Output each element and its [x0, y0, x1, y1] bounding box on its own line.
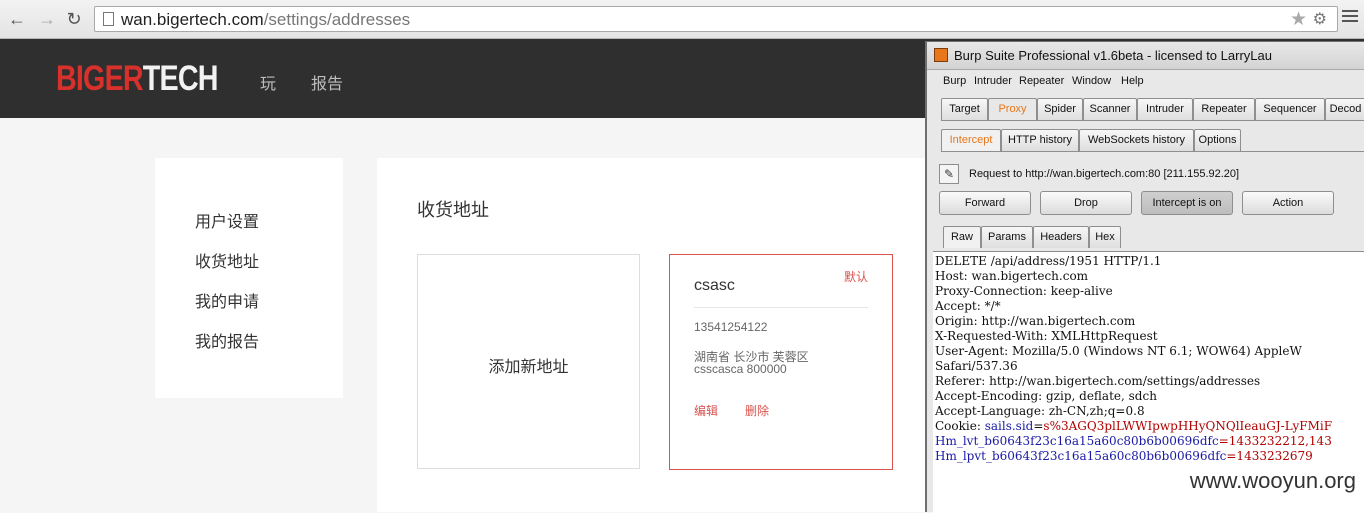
- address-name: csasc: [694, 277, 735, 294]
- tab-scanner[interactable]: Scanner: [1083, 98, 1137, 120]
- reload-icon[interactable]: ↻: [63, 8, 85, 30]
- edit-address-link[interactable]: 编辑: [694, 402, 718, 419]
- tab-spider[interactable]: Spider: [1037, 98, 1083, 120]
- edit-pencil-icon[interactable]: ✎: [939, 164, 959, 184]
- tab-params[interactable]: Params: [981, 226, 1033, 248]
- raw-line: Accept-Language: zh-CN,zh;q=0.8: [935, 404, 1145, 418]
- settings-sidebar: 用户设置 收货地址 我的申请 我的报告: [155, 158, 343, 398]
- subtab-divider: [941, 151, 1364, 152]
- address-bar[interactable]: wan.bigertech.com/settings/addresses ★ ⚙: [94, 6, 1338, 32]
- raw-line: Referer: http://wan.bigertech.com/settin…: [935, 374, 1261, 388]
- address-card: 默认 csasc 13541254122 湖南省 长沙市 芙蓉区 csscasc…: [669, 254, 893, 470]
- raw-line: User-Agent: Mozilla/5.0 (Windows NT 6.1;…: [935, 344, 1302, 358]
- delete-address-link[interactable]: 删除: [745, 402, 769, 419]
- menu-intruder[interactable]: Intruder: [974, 75, 1012, 87]
- tab-intercept[interactable]: Intercept: [941, 129, 1001, 151]
- nav-link-report[interactable]: 报告: [311, 70, 343, 94]
- url-path: /settings/addresses: [263, 10, 411, 29]
- raw-line: X-Requested-With: XMLHttpRequest: [935, 329, 1158, 343]
- cookie-eq: =: [1033, 419, 1044, 433]
- watermark: www.wooyun.org: [1189, 468, 1356, 493]
- tab-target[interactable]: Target: [941, 98, 988, 120]
- burp-title-bar[interactable]: Burp Suite Professional v1.6beta - licen…: [927, 42, 1364, 70]
- cookie-hm-lvt-value: =1433232212,143: [1218, 434, 1332, 448]
- divider: [694, 307, 868, 308]
- menu-help[interactable]: Help: [1121, 75, 1144, 87]
- logo-part-a: BIGER: [56, 59, 144, 98]
- tab-websockets-history[interactable]: WebSockets history: [1079, 129, 1194, 151]
- burp-title-text: Burp Suite Professional v1.6beta - licen…: [954, 48, 1272, 63]
- raw-line: Host: wan.bigertech.com: [935, 269, 1089, 283]
- page-title: 收货地址: [417, 200, 489, 220]
- forward-button[interactable]: Forward: [939, 191, 1031, 215]
- raw-line: Proxy-Connection: keep-alive: [935, 284, 1113, 298]
- nav-link-play[interactable]: 玩: [260, 70, 276, 94]
- tab-headers[interactable]: Headers: [1033, 226, 1089, 248]
- address-line-2: csscasca 800000: [694, 362, 787, 376]
- intercept-toggle-button[interactable]: Intercept is on: [1141, 191, 1233, 215]
- raw-line-cookie: Cookie: sails.sid=s%3AGQ3plLWWIpwpHHyQNQ…: [935, 419, 1332, 433]
- tab-raw[interactable]: Raw: [943, 226, 981, 248]
- tab-http-history[interactable]: HTTP history: [1001, 129, 1079, 151]
- back-arrow-icon[interactable]: ←: [6, 8, 28, 30]
- address-phone: 13541254122: [694, 320, 768, 334]
- raw-line: Safari/537.36: [935, 359, 1018, 373]
- burp-window: Burp Suite Professional v1.6beta - licen…: [925, 41, 1364, 513]
- tab-repeater[interactable]: Repeater: [1193, 98, 1255, 120]
- raw-line-cookie-hm2: Hm_lpvt_b60643f23c16a15a60c80b6b00696dfc…: [935, 449, 1313, 463]
- message-view-tabs: Raw Params Headers Hex: [943, 226, 1131, 248]
- sidebar-item-applications[interactable]: 我的申请: [195, 288, 259, 312]
- burp-app-icon: [934, 48, 948, 62]
- tab-options[interactable]: Options: [1194, 129, 1241, 151]
- page-icon: [103, 12, 114, 26]
- main-tabs: Target Proxy Spider Scanner Intruder Rep…: [941, 98, 1364, 120]
- tab-hex[interactable]: Hex: [1089, 226, 1121, 248]
- raw-line: Origin: http://wan.bigertech.com: [935, 314, 1136, 328]
- proxy-subtabs: Intercept HTTP history WebSockets histor…: [941, 129, 1241, 151]
- add-address-card[interactable]: 添加新地址: [417, 254, 640, 469]
- extension-icon[interactable]: ⚙: [1313, 9, 1327, 29]
- url-text[interactable]: wan.bigertech.com/settings/addresses: [121, 10, 410, 30]
- raw-line: Accept: */*: [935, 299, 1001, 313]
- tab-sequencer[interactable]: Sequencer: [1255, 98, 1325, 120]
- cookie-name: sails.sid: [984, 419, 1034, 433]
- tab-divider: [941, 120, 1364, 121]
- cookie-hm-lvt-name: Hm_lvt_b60643f23c16a15a60c80b6b00696dfc: [935, 434, 1219, 448]
- raw-line: DELETE /api/address/1951 HTTP/1.1: [935, 254, 1162, 268]
- logo-part-b: TECH: [142, 59, 219, 98]
- action-button[interactable]: Action: [1242, 191, 1334, 215]
- default-badge: 默认: [843, 270, 868, 284]
- tab-proxy[interactable]: Proxy: [988, 98, 1037, 120]
- menu-repeater[interactable]: Repeater: [1019, 75, 1064, 87]
- tab-intruder[interactable]: Intruder: [1137, 98, 1193, 120]
- cookie-hm-lpvt-value: =1433232679: [1226, 449, 1313, 463]
- sidebar-item-user-settings[interactable]: 用户设置: [195, 208, 259, 232]
- drop-button[interactable]: Drop: [1040, 191, 1132, 215]
- tab-decoder[interactable]: Decod: [1325, 98, 1364, 120]
- bookmark-star-icon[interactable]: ★: [1290, 8, 1307, 31]
- browser-toolbar: ← → ↻ wan.bigertech.com/settings/address…: [0, 0, 1364, 39]
- raw-line-cookie-hm1: Hm_lvt_b60643f23c16a15a60c80b6b00696dfc=…: [935, 434, 1332, 448]
- browser-menu-icon[interactable]: [1342, 10, 1358, 24]
- cookie-hm-lpvt-name: Hm_lpvt_b60643f23c16a15a60c80b6b00696dfc: [935, 449, 1227, 463]
- menu-window[interactable]: Window: [1072, 75, 1111, 87]
- forward-arrow-icon[interactable]: →: [36, 8, 58, 30]
- request-target: Request to http://wan.bigertech.com:80 […: [969, 168, 1240, 180]
- url-host: wan.bigertech.com: [121, 10, 264, 29]
- menu-burp[interactable]: Burp: [943, 75, 966, 87]
- address-panel: 收货地址 添加新地址 默认 csasc 13541254122 湖南省 长沙市 …: [377, 158, 937, 512]
- sidebar-item-reports[interactable]: 我的报告: [195, 328, 259, 352]
- cookie-value: s%3AGQ3plLWWIpwpHHyQNQlIeauGJ-LyFMiF: [1043, 419, 1333, 433]
- add-address-label: 添加新地址: [488, 359, 569, 376]
- raw-line: Accept-Encoding: gzip, deflate, sdch: [935, 389, 1157, 403]
- site-logo[interactable]: BIGERTECH: [56, 59, 218, 99]
- sidebar-item-addresses[interactable]: 收货地址: [195, 248, 259, 272]
- cookie-key: Cookie:: [935, 419, 985, 433]
